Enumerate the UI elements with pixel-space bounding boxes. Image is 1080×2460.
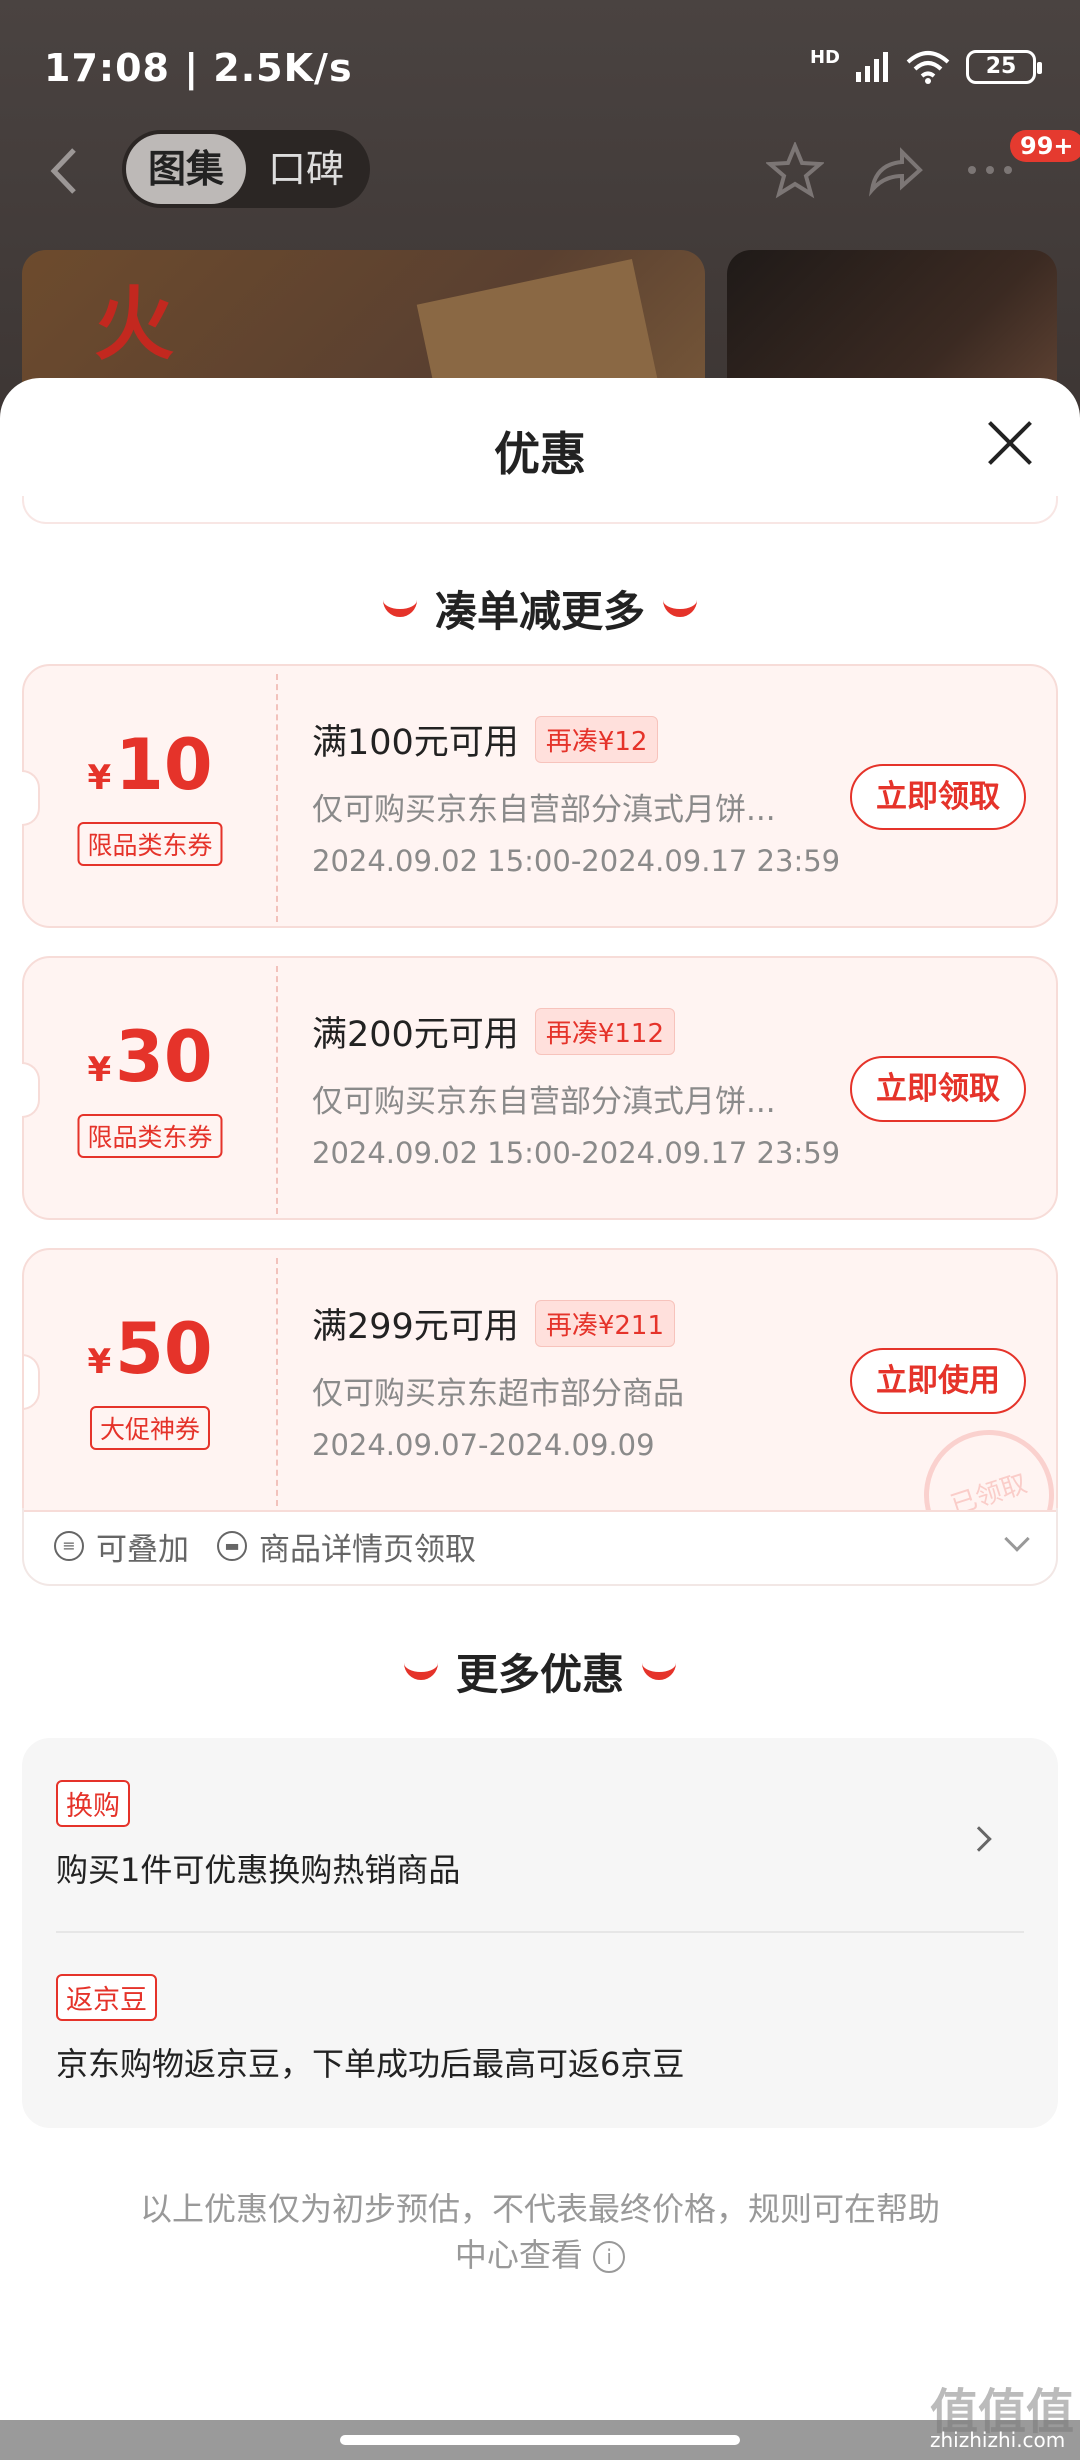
coupon-validity: 2024.09.07-2024.09.09 [312,1428,655,1462]
top-nav: 图集 口碑 [0,130,1080,230]
diff-badge: 再凑¥12 [534,716,659,763]
offer-text: 京东购物返京豆，下单成功后最高可返6京豆 [56,2045,685,2083]
close-button[interactable] [985,418,1035,468]
favorite-button[interactable] [764,140,826,214]
diff-badge: 再凑¥211 [534,1300,675,1347]
coupon-card: ¥30 限品类东券 满200元可用 再凑¥112 仅可购买京东自营部分滇式月饼.… [22,956,1058,1220]
section-more-header: 更多优惠 [0,1641,1080,1702]
tab-reviews[interactable]: 口碑 [246,134,366,204]
wifi-icon [906,51,950,84]
coupon-divider [276,966,278,1214]
coupon-description: 仅可购买京东自营部分滇式月饼... [312,792,776,828]
coupon-type-tag: 限品类东券 [77,822,223,866]
offer-item-exchange[interactable]: 换购 购买1件可优惠换购热销商品 [56,1780,1016,1891]
coupon-condition: 满100元可用 再凑¥12 [312,714,659,765]
star-icon [764,140,826,199]
home-indicator[interactable] [340,2435,740,2445]
share-button[interactable] [866,142,924,214]
hd-icon: HD [809,46,840,68]
coupon-tag-area: 大促神券 [24,1250,276,1510]
coupon-card: ¥10 限品类东券 满100元可用 再凑¥12 仅可购买京东自营部分滇式月饼..… [22,664,1058,928]
source-info: ▬ 商品详情页领取 [217,1524,476,1569]
section-combine-header: 凑单减更多 [0,578,1080,639]
offers-sheet: 优惠 凑单减更多 ¥10 限品类东券 满100元可用 再凑¥12 仅可购买京东自… [0,378,1080,2460]
coupon-tag-area: 限品类东券 [24,666,276,930]
smile-icon [382,600,417,617]
smile-icon [663,600,697,617]
coupon-validity: 2024.09.02 15:00-2024.09.17 23:59 [312,844,841,878]
coupon-card: ¥50 大促神券 满299元可用 再凑¥211 仅可购买京东超市部分商品 202… [22,1248,1058,1512]
condition-text: 满200元可用 [312,1015,519,1055]
claimed-stamp: 已领取 [907,1413,1056,1510]
coupon-condition: 满200元可用 再凑¥112 [312,1006,675,1057]
condition-text: 满100元可用 [312,723,519,763]
smile-icon [642,1663,676,1680]
section-more-title: 更多优惠 [455,1650,624,1699]
battery-icon: 25 [966,50,1042,84]
disclaimer-line-2: 中心查看 [454,2236,583,2274]
watermark-url: zhizhizhi.com [930,2428,1066,2452]
offer-text: 购买1件可优惠换购热销商品 [56,1851,461,1889]
sheet-title: 优惠 [494,427,586,481]
info-icon[interactable]: i [593,2241,626,2273]
source-label: 商品详情页领取 [259,1531,476,1568]
coupon-footer: ≡ 可叠加 ▬ 商品详情页领取 [22,1508,1058,1586]
smile-icon [403,1663,438,1680]
diff-badge: 再凑¥112 [534,1008,675,1055]
coupon-validity: 2024.09.02 15:00-2024.09.17 23:59 [312,1136,841,1170]
offer-tag: 换购 [56,1780,130,1827]
condition-text: 满299元可用 [312,1307,519,1347]
previous-card-edge [22,496,1058,524]
tab-gallery[interactable]: 图集 [126,134,246,204]
offer-tag: 返京豆 [56,1974,157,2021]
coupon-type-tag: 限品类东券 [77,1114,223,1158]
notification-badge: 99+ [1010,130,1080,162]
coupon-tag-area: 限品类东券 [24,958,276,1222]
disclaimer-line-1: 以上优惠仅为初步预估，不代表最终价格，规则可在帮助 [139,2190,940,2228]
offer-item-beans: 返京豆 京东购物返京豆，下单成功后最高可返6京豆 [56,1974,1016,2085]
stack-icon: ≡ [54,1531,84,1561]
share-icon [868,147,923,197]
stackable-label: 可叠加 [96,1531,189,1568]
coupon-description: 仅可购买京东自营部分滇式月饼... [312,1084,776,1120]
coupon-description: 仅可购买京东超市部分商品 [312,1376,684,1412]
more-offers-box: 换购 购买1件可优惠换购热销商品 返京豆 京东购物返京豆，下单成功后最高可返6京… [22,1738,1058,2128]
ticket-icon: ▬ [217,1531,247,1561]
banner-text: 火 [94,277,174,371]
view-switcher: 图集 口碑 [122,130,370,208]
use-button[interactable]: 立即使用 [850,1348,1026,1414]
chevron-down-icon[interactable] [1004,1526,1030,1552]
chevron-left-icon [50,148,76,194]
claim-button[interactable]: 立即领取 [850,1056,1026,1122]
disclaimer: 以上优惠仅为初步预估，不代表最终价格，规则可在帮助 中心查看 i [120,2186,960,2278]
section-combine-title: 凑单减更多 [434,587,645,636]
status-bar: 17:08 | 2.5K/s HD 25 [0,0,1080,135]
signal-icon [856,52,888,82]
stackable-info: ≡ 可叠加 [54,1524,189,1569]
coupon-divider [276,1258,278,1506]
screen: 17:08 | 2.5K/s HD 25 图集 口碑 99+ 火 优惠 凑单减更… [0,0,1080,2460]
claim-button[interactable]: 立即领取 [850,764,1026,830]
coupon-condition: 满299元可用 再凑¥211 [312,1298,675,1349]
back-button[interactable] [48,146,92,206]
status-time: 17:08 | 2.5K/s [44,46,353,90]
disclaimer-line-2-wrap: 中心查看 i [120,2232,960,2278]
coupon-divider [276,674,278,922]
status-icons: HD 25 [809,46,1042,84]
coupon-type-tag: 大促神券 [89,1406,211,1450]
divider [56,1931,1024,1933]
